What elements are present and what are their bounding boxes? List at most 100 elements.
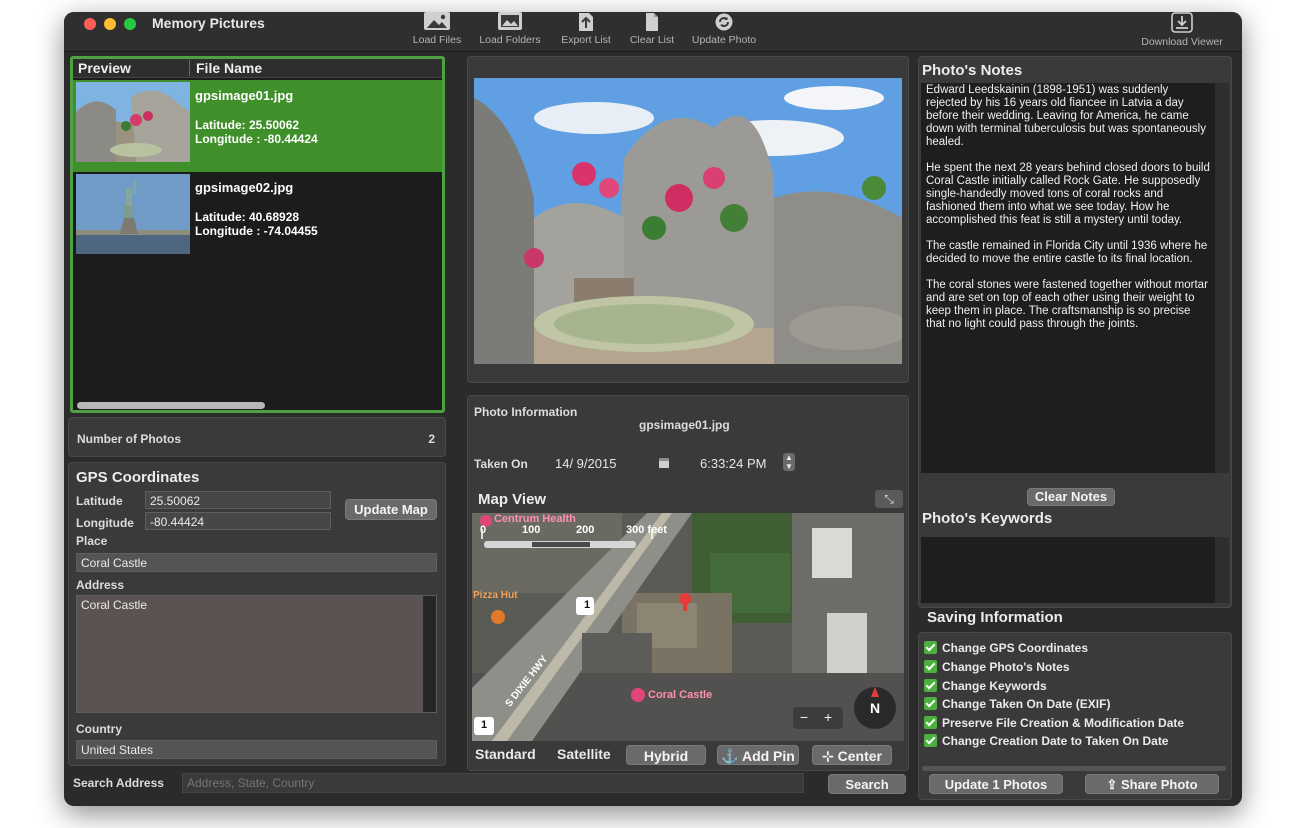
photo-preview-panel <box>467 56 909 383</box>
center-label: Center <box>837 748 882 764</box>
map-zoom-in-button[interactable]: + <box>824 709 832 725</box>
notes-scrollbar[interactable] <box>1215 83 1229 473</box>
photo-count-value: 2 <box>428 432 435 446</box>
search-button[interactable]: Search <box>828 774 906 794</box>
checkbox-checked[interactable] <box>924 734 937 747</box>
list-item[interactable]: gpsimage01.jpg Latitude: 25.50062 Longit… <box>73 80 442 172</box>
map-scale-200: 200 <box>576 524 595 536</box>
app-title: Memory Pictures <box>152 15 265 31</box>
map-compass[interactable]: N <box>866 700 884 716</box>
update-photo-button[interactable]: Update Photo <box>688 12 760 46</box>
gps-panel: GPS Coordinates Latitude 25.50062 Longit… <box>68 462 446 766</box>
option-creation-date[interactable]: Change Creation Date to Taken On Date <box>924 734 1168 748</box>
checkbox-checked[interactable] <box>924 660 937 673</box>
place-label: Place <box>76 534 108 548</box>
latitude-field[interactable]: 25.50062 <box>145 491 331 509</box>
time-stepper[interactable]: ▲ ▼ <box>783 453 795 471</box>
load-files-button[interactable]: Load Files <box>410 12 464 46</box>
document-icon <box>646 13 658 31</box>
load-folders-button[interactable]: Load Folders <box>474 12 546 46</box>
clear-list-button[interactable]: Clear List <box>624 12 680 46</box>
map-route-shield: 1 <box>480 719 488 731</box>
latitude-label: Latitude <box>76 494 123 508</box>
latitude-text: Latitude: 25.50062 <box>195 118 300 132</box>
update-map-button[interactable]: Update Map <box>345 499 437 520</box>
notes-paragraph: The coral stones were fastened together … <box>926 279 1208 330</box>
address-scrollbar[interactable] <box>423 596 436 712</box>
map-view-title: Map View <box>478 491 547 508</box>
update-photos-button[interactable]: Update 1 Photos <box>929 774 1063 794</box>
load-files-label: Load Files <box>412 34 462 46</box>
option-preserve-dates[interactable]: Preserve File Creation & Modification Da… <box>924 716 1184 730</box>
column-preview[interactable]: Preview <box>78 60 131 76</box>
folder-image-icon <box>498 12 522 30</box>
expand-map-button[interactable]: ⤡ <box>875 490 903 508</box>
map-tab-satellite[interactable]: Satellite <box>557 746 611 762</box>
option-label: Preserve File Creation & Modification Da… <box>942 716 1185 730</box>
progress-bar <box>922 766 1226 771</box>
option-label: Change Creation Date to Taken On Date <box>942 734 1169 748</box>
calendar-icon[interactable] <box>658 456 670 469</box>
photo-thumbnail <box>76 174 190 254</box>
longitude-field[interactable]: -80.44424 <box>145 512 331 530</box>
keywords-textarea[interactable] <box>921 537 1227 603</box>
checkbox-checked[interactable] <box>924 679 937 692</box>
map-route-shield: 1 <box>583 599 591 611</box>
country-field[interactable]: United States <box>76 740 437 759</box>
download-viewer-button[interactable]: Download Viewer <box>1134 12 1230 48</box>
share-photo-button[interactable]: ⇪ Share Photo <box>1085 774 1219 794</box>
latitude-text: Latitude: 40.68928 <box>195 210 300 224</box>
map-tab-standard[interactable]: Standard <box>475 746 536 762</box>
photo-thumbnail <box>76 82 190 162</box>
keywords-title: Photo's Keywords <box>922 510 1053 527</box>
search-address-label: Search Address <box>73 776 164 790</box>
checkbox-checked[interactable] <box>924 641 937 654</box>
keywords-scrollbar[interactable] <box>1215 537 1229 603</box>
map-poi-coral-castle[interactable]: Coral Castle <box>648 689 712 701</box>
anchor-icon: ⚓ <box>721 748 739 764</box>
option-taken-on-date[interactable]: Change Taken On Date (EXIF) <box>924 697 1110 711</box>
update-photo-label: Update Photo <box>691 34 757 46</box>
place-field[interactable]: Coral Castle <box>76 553 437 572</box>
share-icon: ⇪ <box>1106 777 1118 792</box>
notes-paragraph: The castle remained in Florida City unti… <box>926 240 1208 265</box>
clear-notes-button[interactable]: Clear Notes <box>1027 488 1115 506</box>
search-address-input[interactable] <box>182 773 804 793</box>
option-photo-notes[interactable]: Change Photo's Notes <box>924 660 1070 674</box>
country-label: Country <box>76 722 122 736</box>
map-poi-pizza-hut[interactable]: Pizza Hut <box>473 590 517 601</box>
horizontal-scrollbar[interactable] <box>77 402 265 409</box>
date-picker[interactable]: 14/ 9/2015 <box>555 456 616 471</box>
app-window: Memory Pictures Load Files Load Folders … <box>64 12 1242 806</box>
minimize-window-button[interactable] <box>104 18 116 30</box>
option-gps-coordinates[interactable]: Change GPS Coordinates <box>924 641 1088 655</box>
address-textarea[interactable]: Coral Castle <box>76 595 437 713</box>
download-viewer-label: Download Viewer <box>1141 36 1223 48</box>
notes-text[interactable]: Edward Leedskainin (1898-1951) was sudde… <box>926 84 1212 344</box>
map-zoom-out-button[interactable]: − <box>800 709 808 725</box>
add-pin-button[interactable]: ⚓ Add Pin <box>717 745 799 765</box>
photo-list[interactable]: Preview File Name gpsimage01.jpg Latitud… <box>70 56 445 413</box>
map-view[interactable] <box>472 513 904 741</box>
option-keywords[interactable]: Change Keywords <box>924 679 1047 693</box>
export-list-button[interactable]: Export List <box>556 12 616 46</box>
checkbox-checked[interactable] <box>924 716 937 729</box>
notes-title: Photo's Notes <box>922 62 1023 79</box>
list-item[interactable]: gpsimage02.jpg Latitude: 40.68928 Longit… <box>73 172 442 264</box>
photo-count-panel: Number of Photos 2 <box>68 417 446 457</box>
share-photo-label: Share Photo <box>1120 777 1198 792</box>
column-file-name[interactable]: File Name <box>189 60 262 76</box>
map-tab-hybrid[interactable]: Hybrid <box>626 745 706 765</box>
time-picker[interactable]: 6:33:24 PM <box>700 456 767 471</box>
zoom-window-button[interactable] <box>124 18 136 30</box>
close-window-button[interactable] <box>84 18 96 30</box>
center-button[interactable]: ⊹ Center <box>812 745 892 765</box>
gps-title: GPS Coordinates <box>76 469 200 486</box>
map-scale-100: 100 <box>522 524 541 536</box>
export-icon <box>579 13 593 31</box>
photo-info-filename: gpsimage01.jpg <box>639 418 730 432</box>
longitude-label: Longitude <box>76 516 134 530</box>
checkbox-checked[interactable] <box>924 697 937 710</box>
option-label: Change Photo's Notes <box>942 660 1070 674</box>
photo-info-title: Photo Information <box>474 405 578 419</box>
